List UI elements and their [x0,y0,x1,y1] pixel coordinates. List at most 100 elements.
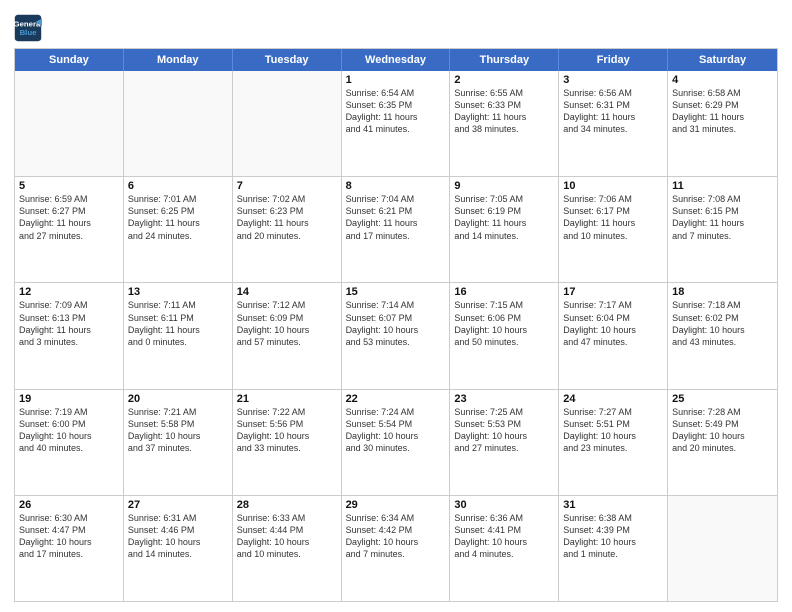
day-info: Sunrise: 7:02 AM Sunset: 6:23 PM Dayligh… [237,193,337,242]
empty-cell [233,71,342,176]
calendar-row-3: 12Sunrise: 7:09 AM Sunset: 6:13 PM Dayli… [15,282,777,388]
day-cell-9: 9Sunrise: 7:05 AM Sunset: 6:19 PM Daylig… [450,177,559,282]
logo-icon: General Blue [14,14,42,42]
day-number: 26 [19,499,119,511]
day-cell-23: 23Sunrise: 7:25 AM Sunset: 5:53 PM Dayli… [450,390,559,495]
day-number: 30 [454,499,554,511]
day-cell-7: 7Sunrise: 7:02 AM Sunset: 6:23 PM Daylig… [233,177,342,282]
day-info: Sunrise: 6:38 AM Sunset: 4:39 PM Dayligh… [563,512,663,561]
day-cell-22: 22Sunrise: 7:24 AM Sunset: 5:54 PM Dayli… [342,390,451,495]
header: General Blue [14,10,778,42]
weekday-header-tuesday: Tuesday [233,49,342,71]
day-number: 22 [346,393,446,405]
calendar: SundayMondayTuesdayWednesdayThursdayFrid… [14,48,778,602]
day-info: Sunrise: 7:25 AM Sunset: 5:53 PM Dayligh… [454,406,554,455]
day-info: Sunrise: 6:36 AM Sunset: 4:41 PM Dayligh… [454,512,554,561]
day-number: 3 [563,74,663,86]
day-info: Sunrise: 7:17 AM Sunset: 6:04 PM Dayligh… [563,299,663,348]
day-cell-16: 16Sunrise: 7:15 AM Sunset: 6:06 PM Dayli… [450,283,559,388]
day-info: Sunrise: 7:22 AM Sunset: 5:56 PM Dayligh… [237,406,337,455]
day-cell-8: 8Sunrise: 7:04 AM Sunset: 6:21 PM Daylig… [342,177,451,282]
day-cell-2: 2Sunrise: 6:55 AM Sunset: 6:33 PM Daylig… [450,71,559,176]
empty-cell [668,496,777,601]
day-number: 15 [346,286,446,298]
day-cell-5: 5Sunrise: 6:59 AM Sunset: 6:27 PM Daylig… [15,177,124,282]
day-number: 2 [454,74,554,86]
day-number: 10 [563,180,663,192]
day-cell-21: 21Sunrise: 7:22 AM Sunset: 5:56 PM Dayli… [233,390,342,495]
day-cell-28: 28Sunrise: 6:33 AM Sunset: 4:44 PM Dayli… [233,496,342,601]
day-info: Sunrise: 7:12 AM Sunset: 6:09 PM Dayligh… [237,299,337,348]
day-cell-26: 26Sunrise: 6:30 AM Sunset: 4:47 PM Dayli… [15,496,124,601]
day-info: Sunrise: 7:05 AM Sunset: 6:19 PM Dayligh… [454,193,554,242]
logo: General Blue [14,14,42,42]
day-info: Sunrise: 6:30 AM Sunset: 4:47 PM Dayligh… [19,512,119,561]
day-cell-18: 18Sunrise: 7:18 AM Sunset: 6:02 PM Dayli… [668,283,777,388]
calendar-body: 1Sunrise: 6:54 AM Sunset: 6:35 PM Daylig… [15,71,777,601]
day-number: 7 [237,180,337,192]
day-number: 18 [672,286,773,298]
day-info: Sunrise: 6:34 AM Sunset: 4:42 PM Dayligh… [346,512,446,561]
day-cell-6: 6Sunrise: 7:01 AM Sunset: 6:25 PM Daylig… [124,177,233,282]
day-number: 31 [563,499,663,511]
page: General Blue SundayMondayTuesdayWednesda… [0,0,792,612]
day-number: 19 [19,393,119,405]
day-info: Sunrise: 7:11 AM Sunset: 6:11 PM Dayligh… [128,299,228,348]
day-number: 8 [346,180,446,192]
day-number: 16 [454,286,554,298]
day-info: Sunrise: 7:01 AM Sunset: 6:25 PM Dayligh… [128,193,228,242]
day-info: Sunrise: 6:56 AM Sunset: 6:31 PM Dayligh… [563,87,663,136]
weekday-header-thursday: Thursday [450,49,559,71]
day-cell-30: 30Sunrise: 6:36 AM Sunset: 4:41 PM Dayli… [450,496,559,601]
day-cell-14: 14Sunrise: 7:12 AM Sunset: 6:09 PM Dayli… [233,283,342,388]
day-cell-4: 4Sunrise: 6:58 AM Sunset: 6:29 PM Daylig… [668,71,777,176]
day-number: 28 [237,499,337,511]
empty-cell [15,71,124,176]
day-number: 13 [128,286,228,298]
weekday-header-saturday: Saturday [668,49,777,71]
day-cell-29: 29Sunrise: 6:34 AM Sunset: 4:42 PM Dayli… [342,496,451,601]
day-cell-12: 12Sunrise: 7:09 AM Sunset: 6:13 PM Dayli… [15,283,124,388]
day-cell-11: 11Sunrise: 7:08 AM Sunset: 6:15 PM Dayli… [668,177,777,282]
day-number: 11 [672,180,773,192]
calendar-header: SundayMondayTuesdayWednesdayThursdayFrid… [15,49,777,71]
day-info: Sunrise: 6:31 AM Sunset: 4:46 PM Dayligh… [128,512,228,561]
day-number: 1 [346,74,446,86]
day-info: Sunrise: 7:06 AM Sunset: 6:17 PM Dayligh… [563,193,663,242]
weekday-header-friday: Friday [559,49,668,71]
day-cell-27: 27Sunrise: 6:31 AM Sunset: 4:46 PM Dayli… [124,496,233,601]
day-cell-31: 31Sunrise: 6:38 AM Sunset: 4:39 PM Dayli… [559,496,668,601]
weekday-header-monday: Monday [124,49,233,71]
day-number: 21 [237,393,337,405]
day-cell-10: 10Sunrise: 7:06 AM Sunset: 6:17 PM Dayli… [559,177,668,282]
day-cell-17: 17Sunrise: 7:17 AM Sunset: 6:04 PM Dayli… [559,283,668,388]
day-info: Sunrise: 7:15 AM Sunset: 6:06 PM Dayligh… [454,299,554,348]
day-number: 17 [563,286,663,298]
day-number: 29 [346,499,446,511]
day-info: Sunrise: 6:54 AM Sunset: 6:35 PM Dayligh… [346,87,446,136]
day-number: 27 [128,499,228,511]
day-number: 5 [19,180,119,192]
day-info: Sunrise: 7:27 AM Sunset: 5:51 PM Dayligh… [563,406,663,455]
day-cell-3: 3Sunrise: 6:56 AM Sunset: 6:31 PM Daylig… [559,71,668,176]
day-cell-15: 15Sunrise: 7:14 AM Sunset: 6:07 PM Dayli… [342,283,451,388]
day-number: 23 [454,393,554,405]
calendar-row-2: 5Sunrise: 6:59 AM Sunset: 6:27 PM Daylig… [15,176,777,282]
day-info: Sunrise: 7:14 AM Sunset: 6:07 PM Dayligh… [346,299,446,348]
empty-cell [124,71,233,176]
day-number: 4 [672,74,773,86]
calendar-row-1: 1Sunrise: 6:54 AM Sunset: 6:35 PM Daylig… [15,71,777,176]
svg-text:Blue: Blue [20,28,38,37]
day-info: Sunrise: 6:33 AM Sunset: 4:44 PM Dayligh… [237,512,337,561]
day-number: 9 [454,180,554,192]
day-info: Sunrise: 7:04 AM Sunset: 6:21 PM Dayligh… [346,193,446,242]
day-info: Sunrise: 7:09 AM Sunset: 6:13 PM Dayligh… [19,299,119,348]
weekday-header-sunday: Sunday [15,49,124,71]
day-cell-24: 24Sunrise: 7:27 AM Sunset: 5:51 PM Dayli… [559,390,668,495]
calendar-row-4: 19Sunrise: 7:19 AM Sunset: 6:00 PM Dayli… [15,389,777,495]
day-info: Sunrise: 7:28 AM Sunset: 5:49 PM Dayligh… [672,406,773,455]
day-cell-20: 20Sunrise: 7:21 AM Sunset: 5:58 PM Dayli… [124,390,233,495]
day-info: Sunrise: 7:08 AM Sunset: 6:15 PM Dayligh… [672,193,773,242]
day-cell-13: 13Sunrise: 7:11 AM Sunset: 6:11 PM Dayli… [124,283,233,388]
calendar-row-5: 26Sunrise: 6:30 AM Sunset: 4:47 PM Dayli… [15,495,777,601]
